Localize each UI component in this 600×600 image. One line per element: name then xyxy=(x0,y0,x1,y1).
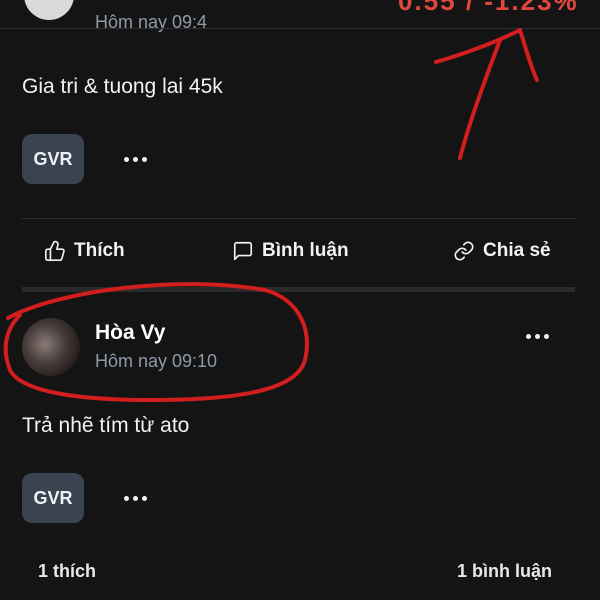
red-circle-annotation xyxy=(3,282,309,402)
red-arrow-annotation xyxy=(434,28,539,160)
annotation-overlay xyxy=(3,28,539,402)
